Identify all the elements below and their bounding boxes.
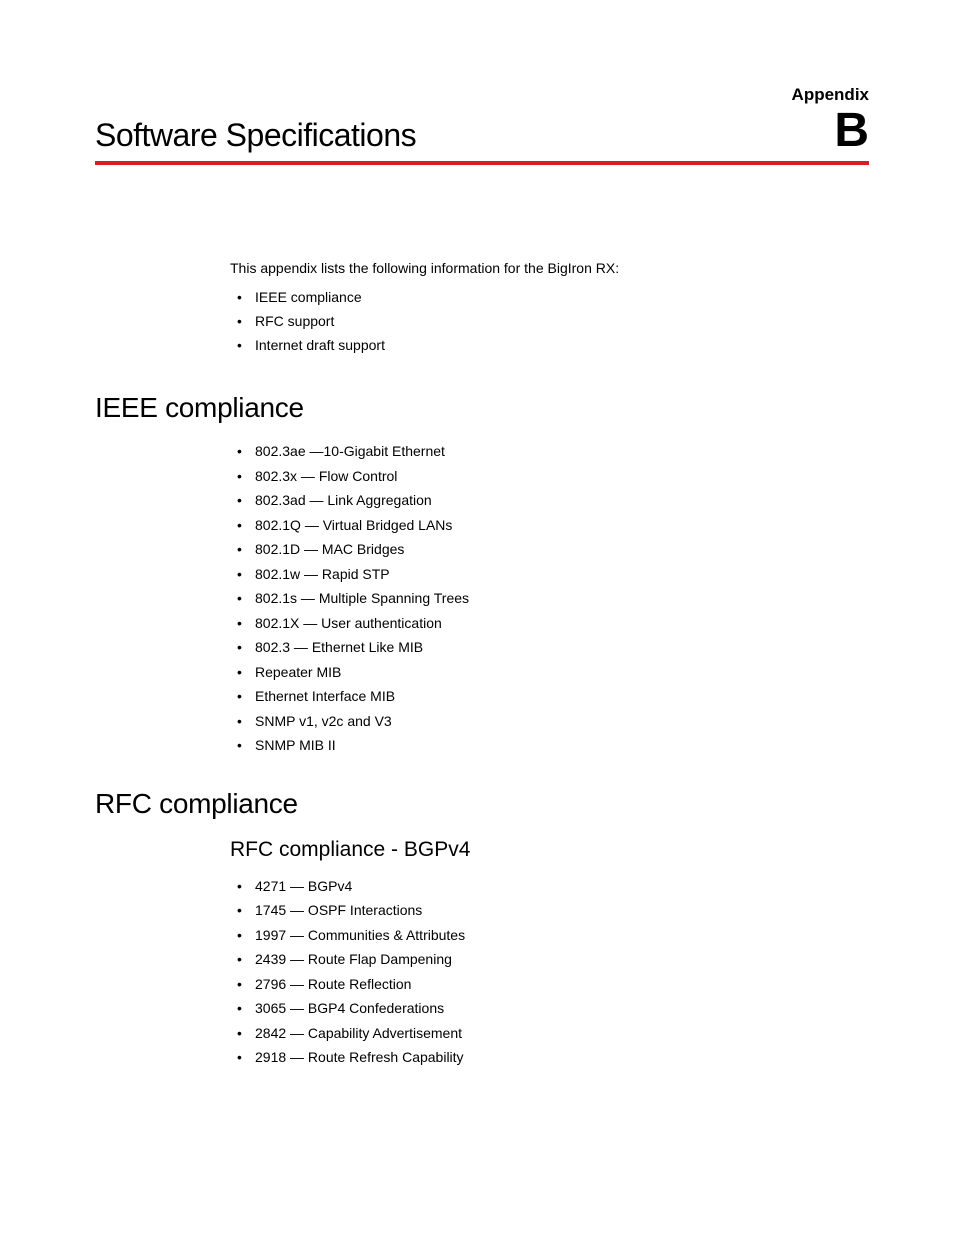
list-item: 3065 — BGP4 Confederations [255,996,869,1021]
list-item: 4271 — BGPv4 [255,874,869,899]
list-item: 2796 — Route Reflection [255,972,869,997]
list-item: 2842 — Capability Advertisement [255,1021,869,1046]
rfc-bgpv4-list: 4271 — BGPv4 1745 — OSPF Interactions 19… [255,874,869,1070]
list-item: Internet draft support [255,334,869,358]
list-item: 802.3 — Ethernet Like MIB [255,635,869,660]
list-item: 802.1X — User authentication [255,611,869,636]
list-item: SNMP v1, v2c and V3 [255,709,869,734]
intro-block: This appendix lists the following inform… [230,260,869,357]
list-item: 802.3x — Flow Control [255,464,869,489]
intro-list: IEEE compliance RFC support Internet dra… [230,286,869,357]
list-item: 1745 — OSPF Interactions [255,898,869,923]
page-header: Appendix Software Specifications B [95,85,869,165]
list-item: 802.1Q — Virtual Bridged LANs [255,513,869,538]
appendix-letter: B [834,107,869,155]
list-item: Ethernet Interface MIB [255,684,869,709]
list-item: 802.1s — Multiple Spanning Trees [255,586,869,611]
list-item: IEEE compliance [255,286,869,310]
subsection-heading-bgpv4: RFC compliance - BGPv4 [230,838,869,862]
intro-text: This appendix lists the following inform… [230,260,869,276]
chapter-title: Software Specifications [95,117,416,154]
appendix-label: Appendix [95,85,869,105]
list-item: 2918 — Route Refresh Capability [255,1045,869,1070]
list-item: SNMP MIB II [255,733,869,758]
list-item: 802.1D — MAC Bridges [255,537,869,562]
title-row: Software Specifications B [95,107,869,165]
section-heading-ieee: IEEE compliance [95,392,869,424]
list-item: 802.1w — Rapid STP [255,562,869,587]
list-item: 802.3ad — Link Aggregation [255,488,869,513]
list-item: 802.3ae —10-Gigabit Ethernet [255,439,869,464]
ieee-list: 802.3ae —10-Gigabit Ethernet 802.3x — Fl… [255,439,869,758]
list-item: RFC support [255,310,869,334]
list-item: 2439 — Route Flap Dampening [255,947,869,972]
list-item: 1997 — Communities & Attributes [255,923,869,948]
list-item: Repeater MIB [255,660,869,685]
section-heading-rfc: RFC compliance [95,788,869,820]
